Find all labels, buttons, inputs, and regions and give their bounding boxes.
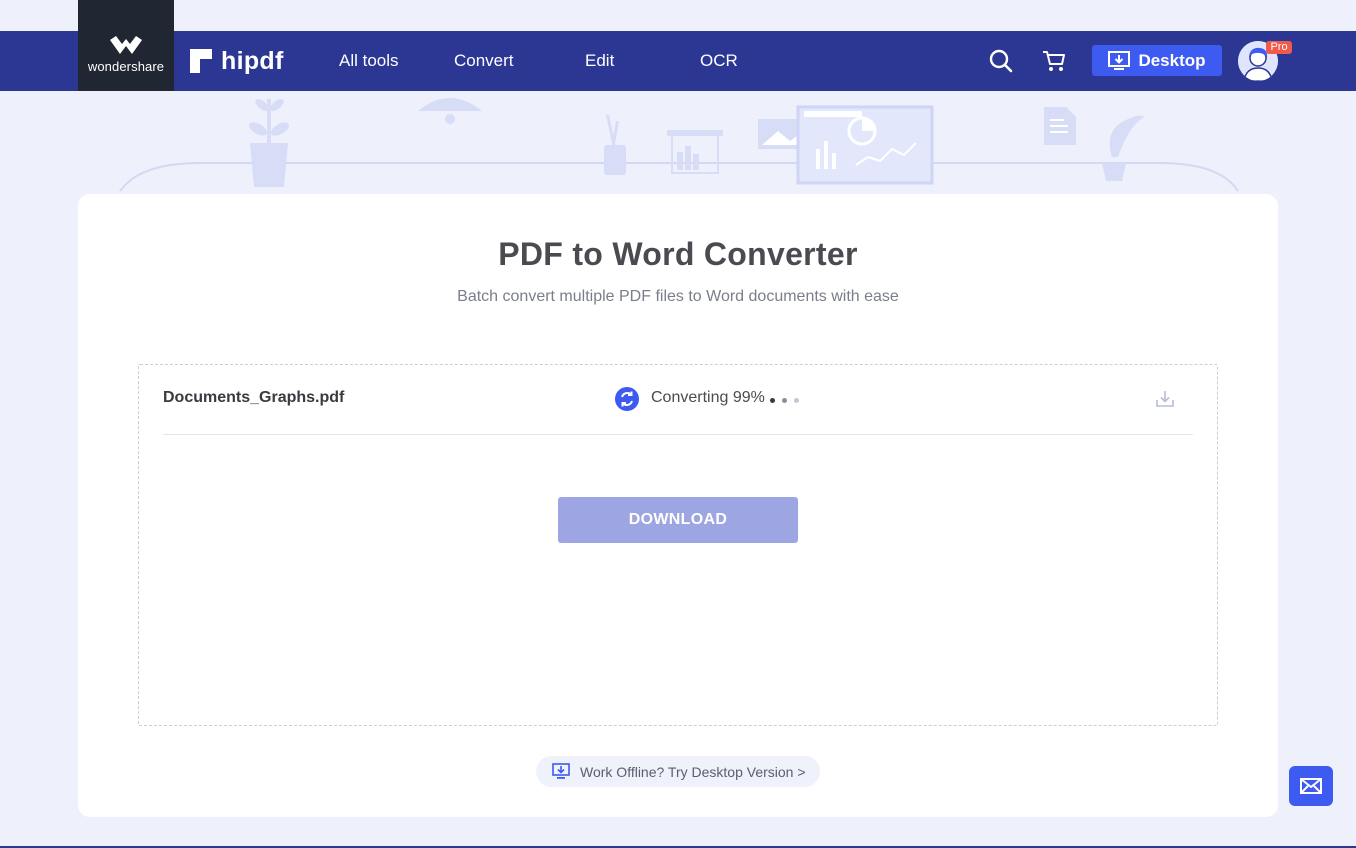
header-illustration <box>119 98 1239 192</box>
cup-illustration <box>1102 115 1144 181</box>
loading-dot <box>782 398 787 403</box>
pro-badge: Pro <box>1266 41 1292 54</box>
loading-dot <box>794 398 799 403</box>
mail-icon <box>1300 778 1322 794</box>
search-icon[interactable] <box>988 48 1014 74</box>
pencil-cup-illustration <box>604 114 626 175</box>
page-subtitle: Batch convert multiple PDF files to Word… <box>457 288 899 305</box>
wondershare-logo-icon <box>110 35 142 54</box>
sync-icon <box>615 387 639 411</box>
file-drop-zone[interactable] <box>138 364 1218 726</box>
cart-icon[interactable] <box>1041 48 1067 74</box>
document-illustration <box>1044 107 1076 145</box>
nav-ocr[interactable]: OCR <box>700 31 738 91</box>
conversion-status: Converting 99% <box>651 389 765 406</box>
plant-illustration <box>248 99 290 187</box>
desktop-download-icon <box>1108 50 1131 70</box>
nav-edit[interactable]: Edit <box>585 31 614 91</box>
download-button[interactable]: DOWNLOAD <box>558 497 798 543</box>
hipdf-logo-icon <box>190 49 212 73</box>
monitor-illustration <box>796 105 934 185</box>
wondershare-logo[interactable]: wondershare <box>78 0 174 91</box>
nav-convert[interactable]: Convert <box>454 31 514 91</box>
wondershare-logo-text: wondershare <box>87 58 165 74</box>
desktop-version-text: Work Offline? Try Desktop Version > <box>580 763 806 780</box>
desktop-version-link[interactable]: Work Offline? Try Desktop Version > <box>536 756 820 787</box>
row-divider <box>163 434 1193 435</box>
file-name: Documents_Graphs.pdf <box>163 389 345 406</box>
loading-dots <box>770 398 799 403</box>
hipdf-logo[interactable]: hipdf <box>190 31 284 91</box>
loading-dot <box>770 398 775 403</box>
page-title: PDF to Word Converter <box>498 236 858 272</box>
nav-all-tools[interactable]: All tools <box>339 31 399 91</box>
picture-illustration <box>758 119 802 149</box>
chart-board-illustration <box>667 130 723 174</box>
lamp-illustration <box>418 98 482 111</box>
brand-name: hipdf <box>221 46 284 75</box>
desktop-button[interactable]: Desktop <box>1092 45 1222 76</box>
feedback-button[interactable] <box>1289 766 1333 806</box>
desktop-button-label: Desktop <box>1138 50 1206 70</box>
download-icon[interactable] <box>1155 390 1175 408</box>
desktop-download-icon <box>552 763 570 779</box>
